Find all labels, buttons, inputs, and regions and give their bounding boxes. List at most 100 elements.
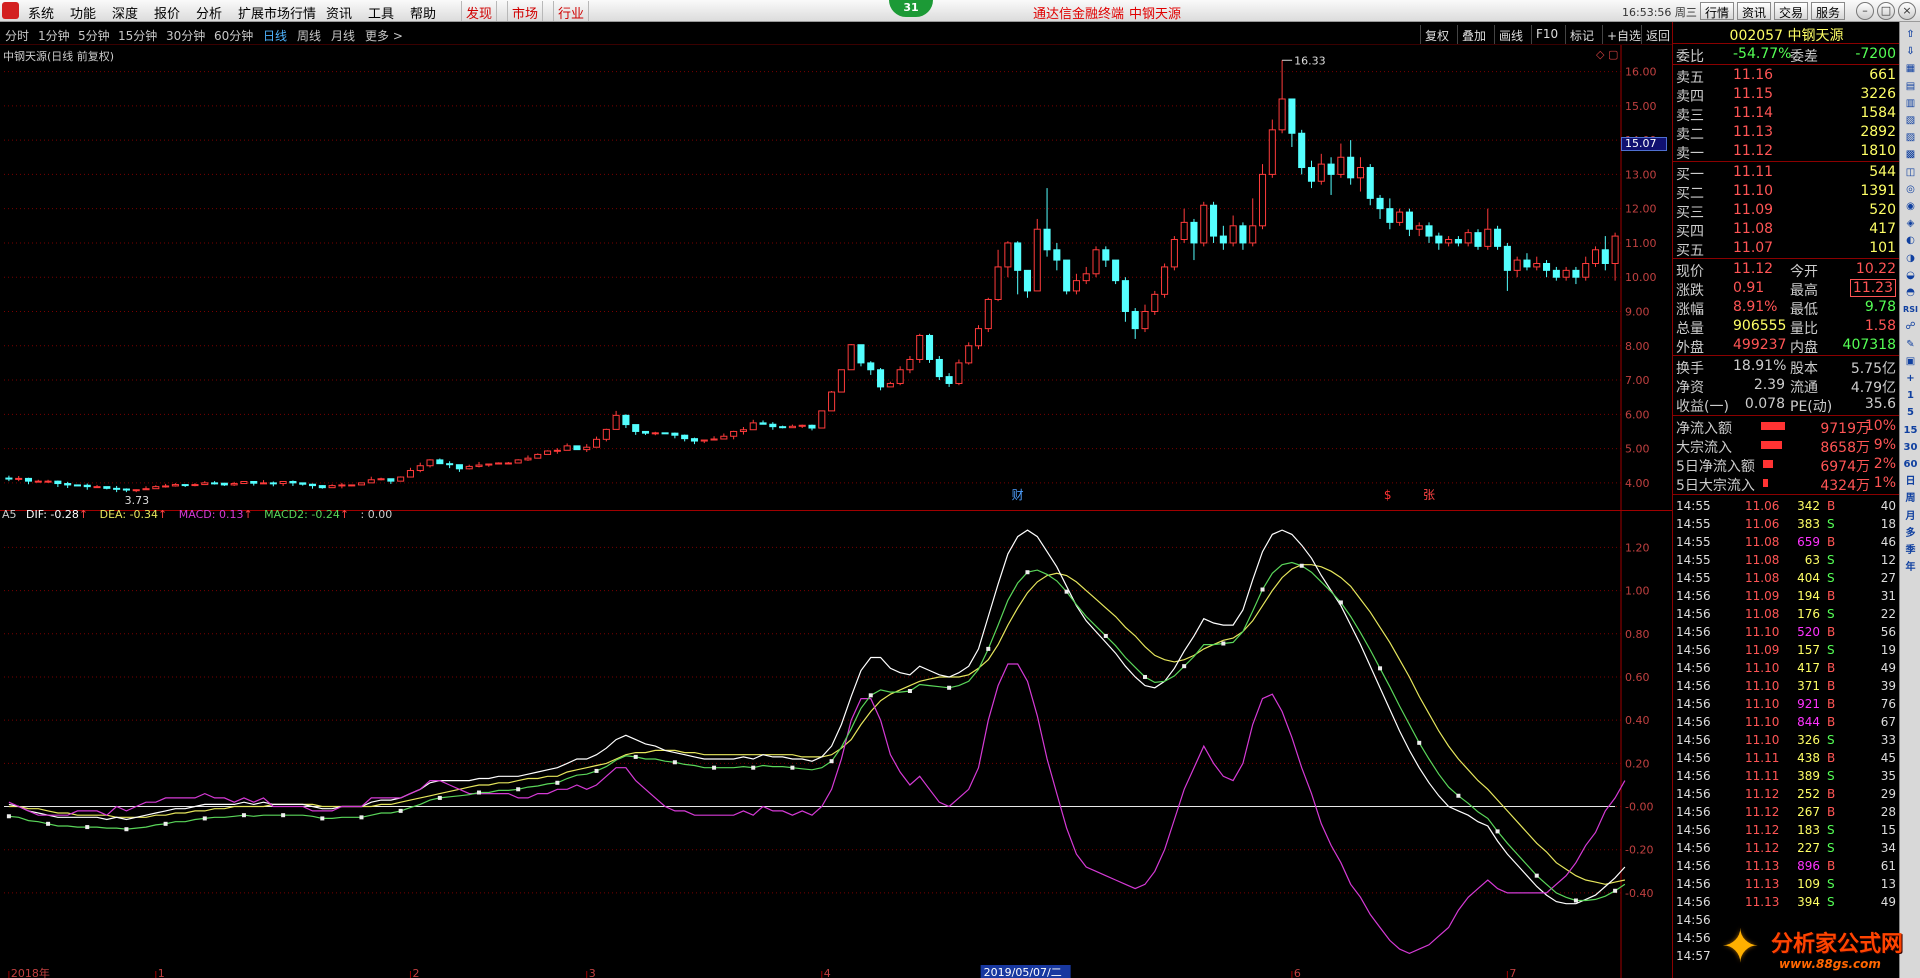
toolbar-icon[interactable]: ◉ (1902, 198, 1919, 215)
menu-market[interactable]: 市场 (507, 1, 544, 22)
toolbar-icon[interactable]: 60 (1902, 456, 1919, 473)
toolbar-icon[interactable]: ◑ (1902, 250, 1919, 267)
tab-5min[interactable]: 5分钟 (78, 27, 110, 44)
tick-row[interactable]: 14:56 11.12 183 S 15 (1673, 821, 1900, 839)
toolbar-icon[interactable]: RSI (1902, 301, 1919, 318)
toolbar-icon[interactable]: 多 (1902, 525, 1919, 542)
buy-row[interactable]: 买三 11.09 520 (1673, 201, 1900, 221)
tick-row[interactable]: 14:56 11.10 371 B 39 (1673, 677, 1900, 695)
sell-row[interactable]: 卖五 11.16 661 (1673, 66, 1900, 86)
toolbar-icon[interactable]: 日 (1902, 473, 1919, 490)
close-icon[interactable]: × (1898, 2, 1916, 20)
toolbar-icon[interactable]: 季 (1902, 542, 1919, 559)
tick-row[interactable]: 14:56 11.12 252 B 29 (1673, 785, 1900, 803)
toolbar-icon[interactable]: + (1902, 370, 1919, 387)
tick-row[interactable]: 14:56 11.10 520 B 56 (1673, 623, 1900, 641)
tool-overlay[interactable]: 叠加 (1457, 25, 1490, 44)
tab-1min[interactable]: 1分钟 (38, 27, 70, 44)
tick-row[interactable]: 14:56 11.11 389 S 35 (1673, 767, 1900, 785)
toolbar-icon[interactable]: ⇩ (1902, 43, 1919, 60)
stock-code-title[interactable]: 002057 中钢天源 (1673, 25, 1900, 44)
chart-corner-icons[interactable]: ◇ ▢ (1596, 48, 1618, 61)
toolbar-icon[interactable]: ▥ (1902, 95, 1919, 112)
tick-row[interactable]: 14:55 11.08 404 S 27 (1673, 569, 1900, 587)
top-button-info[interactable]: 资讯 (1737, 2, 1772, 20)
top-button-market[interactable]: 行情 (1700, 2, 1735, 20)
tick-row[interactable]: 14:56 11.10 417 B 49 (1673, 659, 1900, 677)
minimize-icon[interactable]: – (1856, 2, 1874, 20)
toolbar-icon[interactable]: 年 (1902, 559, 1919, 576)
tick-row[interactable]: 14:56 11.10 921 B 76 (1673, 695, 1900, 713)
toolbar-icon[interactable]: ◫ (1902, 164, 1919, 181)
tick-row[interactable]: 14:56 11.12 227 S 34 (1673, 839, 1900, 857)
tab-more[interactable]: 更多 > (365, 27, 403, 44)
tab-daily[interactable]: 日线 (263, 27, 287, 44)
tick-row[interactable]: 14:56 11.13 896 B 61 (1673, 857, 1900, 875)
top-button-trade[interactable]: 交易 (1774, 2, 1809, 20)
toolbar-icon[interactable]: 月 (1902, 508, 1919, 525)
tool-f10[interactable]: F10 (1531, 25, 1562, 44)
tab-intraday[interactable]: 分时 (5, 27, 29, 44)
tick-row[interactable]: 14:56 11.12 267 B 28 (1673, 803, 1900, 821)
toolbar-icon[interactable]: ⇧ (1902, 26, 1919, 43)
tick-row[interactable]: 14:56 11.09 194 B 31 (1673, 587, 1900, 605)
menu-system[interactable]: 系统 (28, 3, 54, 22)
menu-analysis[interactable]: 分析 (196, 3, 222, 22)
toolbar-icon[interactable]: ✎ (1902, 336, 1919, 353)
menu-quote[interactable]: 报价 (154, 3, 180, 22)
tick-row[interactable]: 14:56 11.10 326 S 33 (1673, 731, 1900, 749)
tool-back[interactable]: 返回 (1641, 25, 1674, 44)
tool-add-watchlist[interactable]: +自选 (1602, 25, 1645, 44)
tick-row[interactable]: 14:56 11.11 438 B 45 (1673, 749, 1900, 767)
buy-row[interactable]: 买二 11.10 1391 (1673, 182, 1900, 202)
buy-row[interactable]: 买四 11.08 417 (1673, 220, 1900, 240)
tool-mark[interactable]: 标记 (1565, 25, 1598, 44)
chart-area[interactable]: 16.00 15.00 1 4.00 13.00 12.00 11.00 10.00 9.00 8… (0, 45, 1672, 978)
toolbar-icon[interactable]: ◒ (1902, 267, 1919, 284)
tick-row[interactable]: 14:56 11.13 394 S 49 (1673, 893, 1900, 911)
tab-15min[interactable]: 15分钟 (118, 27, 157, 44)
maximize-icon[interactable]: □ (1877, 2, 1895, 20)
menu-discover[interactable]: 发现 (461, 1, 498, 22)
buy-row[interactable]: 买一 11.11 544 (1673, 163, 1900, 183)
app-logo-icon[interactable] (2, 2, 19, 19)
toolbar-icon[interactable]: 30 (1902, 439, 1919, 456)
menu-depth[interactable]: 深度 (112, 3, 138, 22)
tick-row[interactable]: 14:55 11.06 383 S 18 (1673, 515, 1900, 533)
tick-row[interactable]: 14:55 11.08 63 S 12 (1673, 551, 1900, 569)
toolbar-icon[interactable]: ◎ (1902, 181, 1919, 198)
notification-badge[interactable]: 31 (889, 0, 933, 17)
tool-adjust[interactable]: 复权 (1420, 25, 1453, 44)
toolbar-icon[interactable]: ▧ (1902, 112, 1919, 129)
toolbar-icon[interactable]: ◈ (1902, 215, 1919, 232)
menu-extended-market[interactable]: 扩展市场行情 (238, 3, 316, 22)
toolbar-icon[interactable]: ▤ (1902, 78, 1919, 95)
tab-60min[interactable]: 60分钟 (214, 27, 253, 44)
tick-row[interactable]: 14:56 11.09 157 S 19 (1673, 641, 1900, 659)
sell-row[interactable]: 卖二 11.13 2892 (1673, 123, 1900, 143)
menu-info[interactable]: 资讯 (326, 3, 352, 22)
toolbar-icon[interactable]: ▨ (1902, 129, 1919, 146)
toolbar-icon[interactable]: ◐ (1902, 232, 1919, 249)
sell-row[interactable]: 卖四 11.15 3226 (1673, 85, 1900, 105)
tick-row[interactable]: 14:55 11.08 659 B 46 (1673, 533, 1900, 551)
toolbar-icon[interactable]: ◓ (1902, 284, 1919, 301)
menu-tools[interactable]: 工具 (368, 3, 394, 22)
toolbar-icon[interactable]: 15 (1902, 422, 1919, 439)
buy-row[interactable]: 买五 11.07 101 (1673, 239, 1900, 259)
toolbar-icon[interactable]: 1 (1902, 387, 1919, 404)
tab-30min[interactable]: 30分钟 (166, 27, 205, 44)
toolbar-icon[interactable]: 5 (1902, 404, 1919, 421)
toolbar-icon[interactable]: ☍ (1902, 318, 1919, 335)
menu-function[interactable]: 功能 (70, 3, 96, 22)
toolbar-icon[interactable]: 周 (1902, 490, 1919, 507)
toolbar-icon[interactable]: ▣ (1902, 353, 1919, 370)
tick-row[interactable]: 14:56 11.10 844 B 67 (1673, 713, 1900, 731)
menu-help[interactable]: 帮助 (410, 3, 436, 22)
top-button-service[interactable]: 服务 (1811, 2, 1846, 20)
tab-weekly[interactable]: 周线 (297, 27, 321, 44)
tick-row[interactable]: 14:56 11.13 109 S 13 (1673, 875, 1900, 893)
toolbar-icon[interactable]: ▩ (1902, 146, 1919, 163)
tool-draw[interactable]: 画线 (1494, 25, 1527, 44)
tick-row[interactable]: 14:55 11.06 342 B 40 (1673, 497, 1900, 515)
